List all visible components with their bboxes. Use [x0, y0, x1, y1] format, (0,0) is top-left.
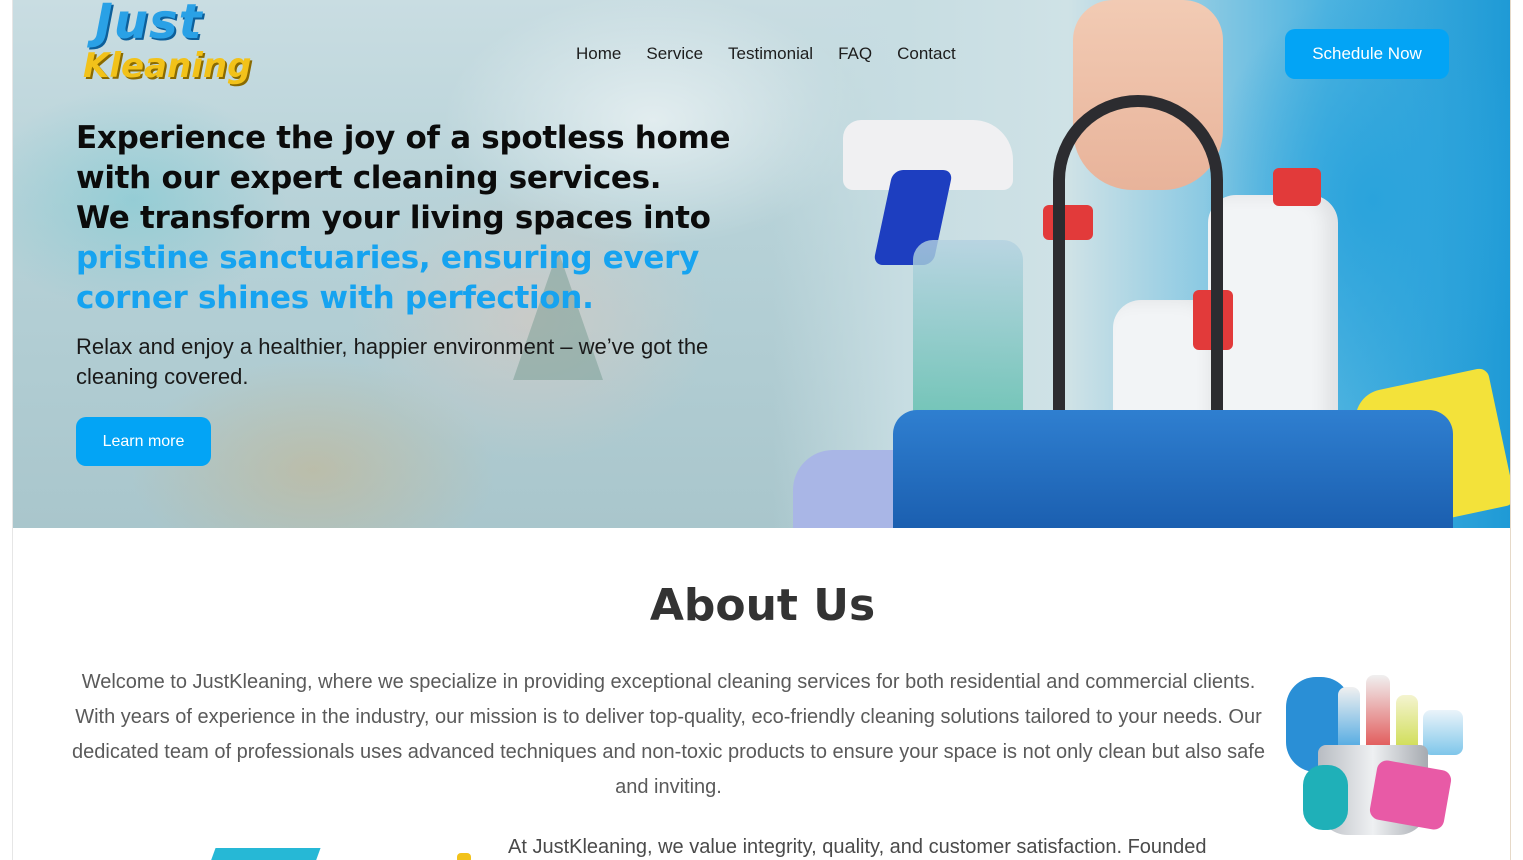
page: Just Kleaning Home Service Testimonial F…: [12, 0, 1511, 860]
hero-headline: Experience the joy of a spotless home wi…: [76, 118, 776, 318]
learn-more-button[interactable]: Learn more: [76, 417, 211, 466]
logo-text-just: Just: [95, 0, 203, 50]
decorative-yellow-graphic: [457, 853, 471, 860]
about-title: About Us: [649, 580, 876, 631]
hero-section: Just Kleaning Home Service Testimonial F…: [13, 0, 1510, 528]
schedule-now-button[interactable]: Schedule Now: [1285, 29, 1449, 79]
decorative-cloth-graphic: [210, 848, 321, 860]
nav-item-contact[interactable]: Contact: [897, 44, 956, 64]
nav-item-faq[interactable]: FAQ: [838, 44, 872, 64]
hero-subtext: Relax and enjoy a healthier, happier env…: [76, 334, 709, 389]
nav-item-home[interactable]: Home: [576, 44, 621, 64]
about-paragraph-1: Welcome to JustKleaning, where we specia…: [72, 671, 1265, 798]
hero-headline-part2: We transform your living spaces into: [76, 200, 711, 236]
about-paragraph-2: At JustKleaning, we value integrity, qua…: [508, 836, 1207, 858]
logo-text-kleaning: Kleaning: [83, 46, 252, 86]
main-nav: Home Service Testimonial FAQ Contact: [576, 44, 956, 64]
nav-item-service[interactable]: Service: [646, 44, 703, 64]
nav-item-testimonial[interactable]: Testimonial: [728, 44, 813, 64]
logo[interactable]: Just Kleaning: [79, 0, 269, 95]
cleaning-supplies-bucket-illustration: [1278, 665, 1468, 850]
hero-headline-part1: Experience the joy of a spotless home wi…: [76, 120, 731, 196]
hero-headline-highlight: pristine sanctuaries, ensuring every cor…: [76, 240, 700, 316]
